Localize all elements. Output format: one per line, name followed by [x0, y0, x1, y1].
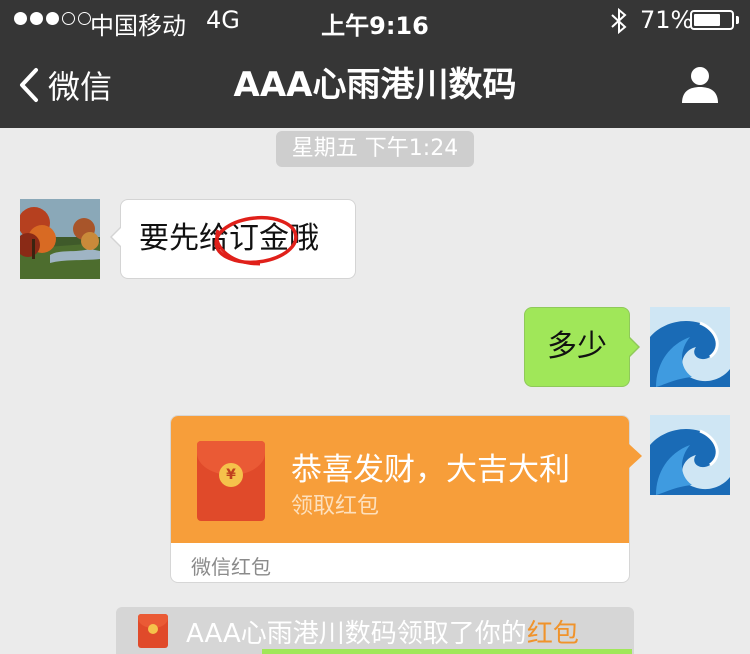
top-bar: 中国移动 4G 上午9:16 71% 微信 AAA心雨港川数码: [0, 0, 750, 128]
red-packet-subtitle: 领取红包: [291, 494, 380, 519]
bluetooth-icon: [611, 8, 627, 34]
my-avatar[interactable]: [650, 415, 730, 495]
ocean-wave-avatar: [650, 307, 730, 387]
message-timestamp: 星期五 下午1:24: [276, 131, 474, 167]
status-time: 上午9:16: [321, 12, 429, 40]
landscape-painting-avatar: [20, 199, 100, 279]
red-envelope-icon: [138, 614, 168, 648]
red-packet-banner: ¥ 恭喜发财，大吉大利 领取红包: [171, 416, 642, 543]
chat-title: AAA心雨港川数码: [233, 65, 517, 105]
coin-icon: [148, 624, 158, 634]
red-packet-card[interactable]: ¥ 恭喜发财，大吉大利 领取红包 微信红包: [170, 415, 642, 583]
battery-level: [694, 14, 720, 26]
next-message-peek: [262, 649, 632, 654]
red-packet-link[interactable]: 红包: [527, 619, 579, 649]
battery-icon: [690, 10, 734, 30]
status-bar: 中国移动 4G 上午9:16 71%: [0, 0, 750, 42]
red-packet-title: 恭喜发财，大吉大利: [291, 452, 570, 488]
notice-text: AAA心雨港川数码领取了你的红包: [186, 613, 579, 650]
outgoing-message-text: 多少: [547, 329, 607, 364]
notice-message: AAA心雨港川数码领取了你的: [186, 619, 527, 649]
red-packet-claimed-notice: AAA心雨港川数码领取了你的红包: [116, 607, 634, 654]
coin-icon: ¥: [219, 463, 243, 487]
battery-tip: [736, 16, 739, 24]
ocean-wave-avatar: [650, 415, 730, 495]
my-avatar[interactable]: [650, 307, 730, 387]
red-envelope-icon: ¥: [197, 441, 265, 521]
outgoing-message-bubble[interactable]: 多少: [524, 307, 640, 387]
red-packet-footer: 微信红包: [191, 555, 271, 579]
contact-avatar[interactable]: [20, 199, 100, 279]
battery-percent: 71%: [640, 6, 694, 34]
person-icon[interactable]: [680, 64, 720, 104]
annotation-circle: [214, 215, 298, 266]
